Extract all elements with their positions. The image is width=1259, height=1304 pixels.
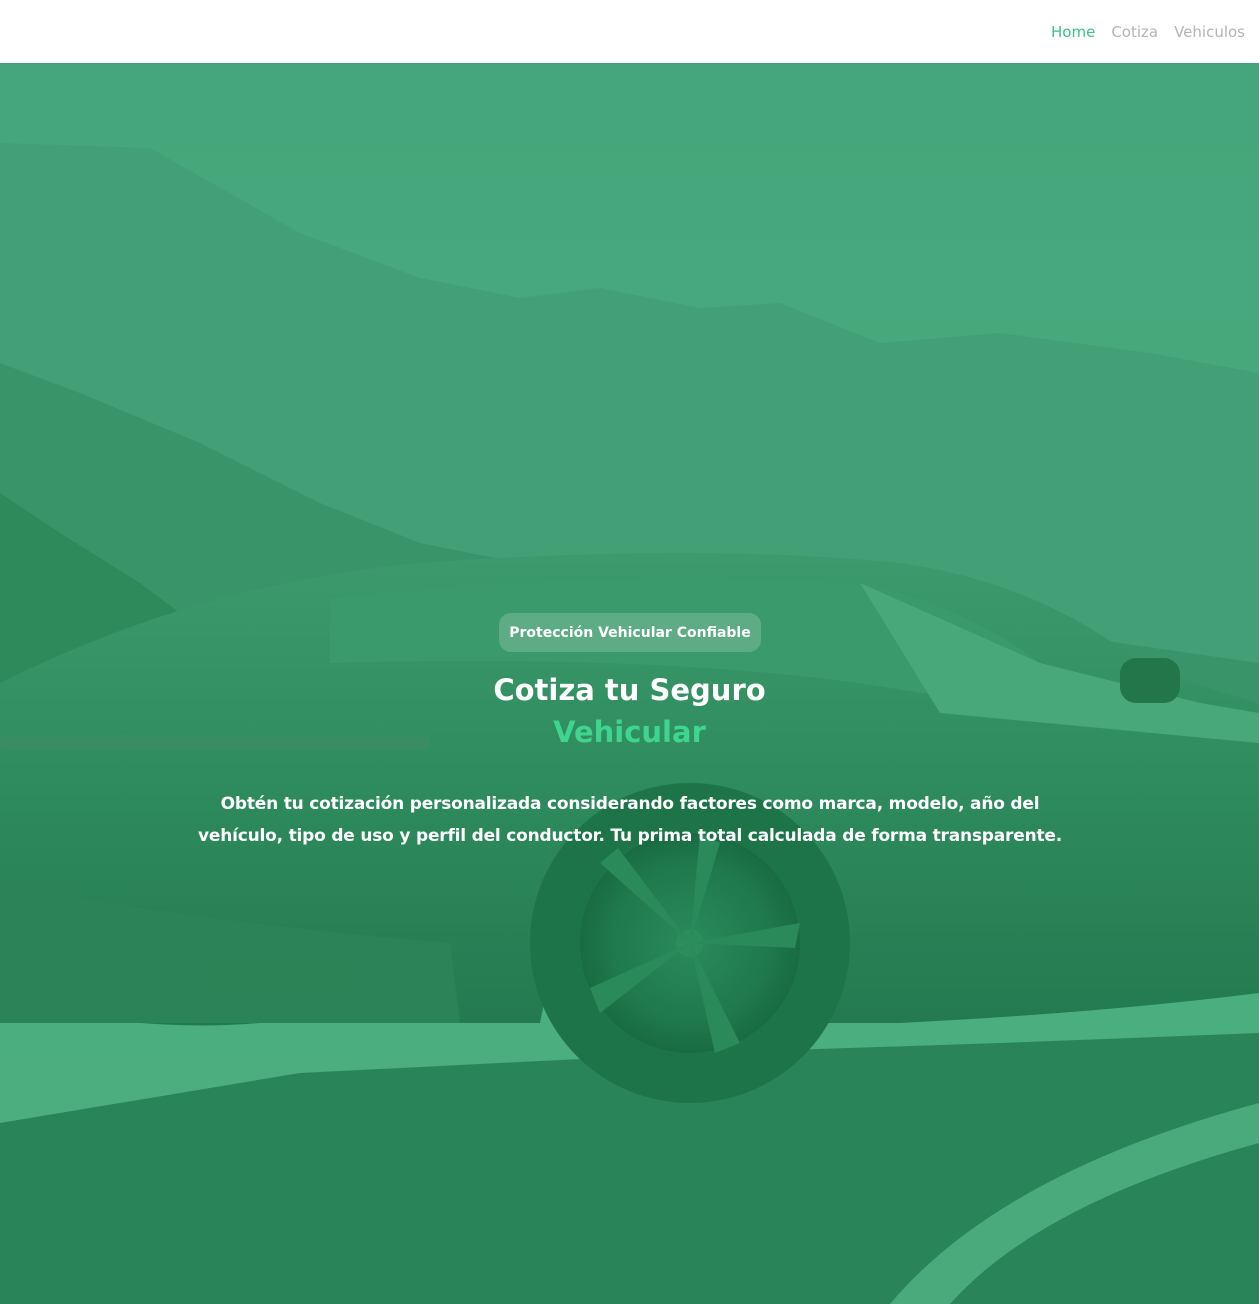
description-highlight: prima total	[637, 826, 743, 846]
protection-badge: Protección Vehicular Confiable	[499, 613, 761, 652]
nav-link-vehiculos[interactable]: Vehiculos	[1174, 23, 1245, 41]
description-text-end: calculada de forma transparente.	[742, 826, 1062, 846]
hero-section: Protección Vehicular Confiable Cotiza tu…	[0, 63, 1259, 1304]
nav-link-cotiza[interactable]: Cotiza	[1111, 23, 1158, 41]
hero-title-accent: Vehicular	[553, 715, 706, 749]
hero-content: Protección Vehicular Confiable Cotiza tu…	[0, 63, 1259, 1304]
hero-description: Obtén tu cotización personalizada consid…	[180, 788, 1080, 852]
top-navbar: Home Cotiza Vehiculos	[0, 0, 1259, 63]
nav-link-home[interactable]: Home	[1051, 23, 1095, 41]
hero-title: Cotiza tu Seguro	[493, 673, 766, 707]
